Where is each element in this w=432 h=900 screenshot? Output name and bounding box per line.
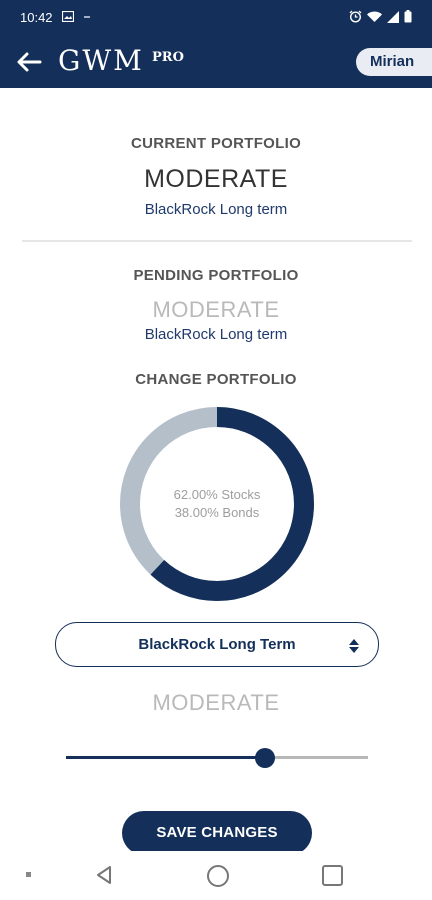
risk-slider[interactable] — [66, 746, 368, 770]
nav-home-icon[interactable] — [207, 865, 229, 887]
provider-select-value: BlackRock Long Term — [138, 636, 296, 653]
current-portfolio-level: MODERATE — [144, 165, 288, 193]
allocation-donut — [120, 407, 314, 601]
pending-portfolio-level: MODERATE — [152, 297, 280, 322]
selected-risk-level: MODERATE — [152, 690, 280, 715]
alarm-icon — [349, 10, 362, 23]
notification-dot-icon — [84, 15, 90, 18]
gallery-icon — [62, 11, 74, 22]
wifi-icon — [367, 11, 382, 22]
nav-recent-apps-icon[interactable] — [322, 865, 343, 886]
pending-portfolio-provider: BlackRock Long term — [144, 326, 288, 343]
user-name-chip[interactable]: Mirian — [356, 48, 432, 76]
nav-back-icon[interactable] — [93, 864, 115, 886]
pending-portfolio-title: PENDING PORTFOLIO — [133, 267, 299, 284]
current-portfolio-provider: BlackRock Long term — [144, 201, 288, 218]
divider — [22, 240, 412, 242]
select-arrows-icon — [349, 639, 359, 653]
status-bar: 10:42 — [0, 0, 432, 36]
brand-pro-badge: PRO — [152, 50, 184, 65]
signal-icon — [387, 10, 399, 23]
provider-select[interactable]: BlackRock Long Term — [55, 622, 379, 667]
bonds-percentage: 38.00% Bonds — [174, 505, 260, 520]
current-portfolio-title: CURRENT PORTFOLIO — [130, 135, 302, 152]
app-header: 10:42 GWM PRO Mirian — [0, 0, 432, 88]
slider-thumb[interactable] — [255, 748, 275, 768]
battery-icon — [404, 10, 412, 23]
back-arrow-icon[interactable] — [14, 49, 44, 75]
slider-track-empty — [265, 756, 368, 759]
slider-track-filled — [66, 756, 265, 759]
stocks-percentage: 62.00% Stocks — [173, 487, 261, 502]
nav-indicator-dot — [26, 872, 31, 877]
change-portfolio-title: CHANGE PORTFOLIO — [135, 371, 297, 388]
brand-logo: GWM — [58, 44, 144, 77]
save-changes-button[interactable]: SAVE CHANGES — [122, 811, 312, 855]
status-time: 10:42 — [20, 10, 53, 25]
system-nav-bar — [0, 851, 432, 900]
